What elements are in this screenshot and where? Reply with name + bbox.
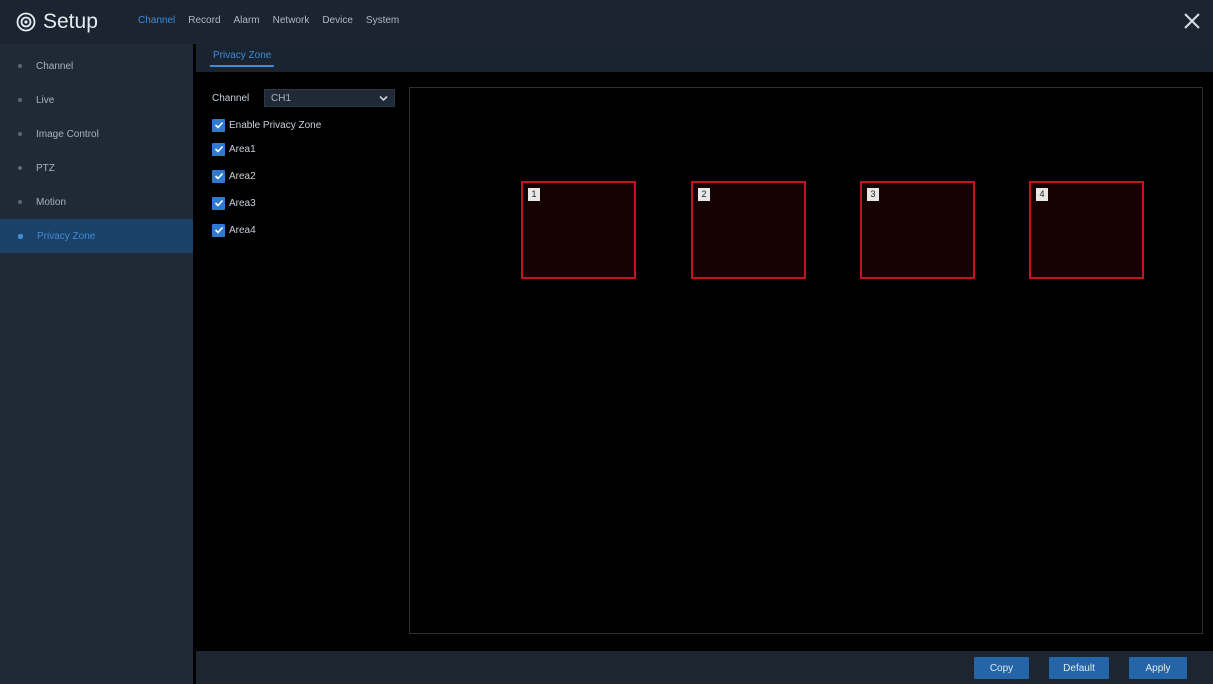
tab-device[interactable]: Device xyxy=(316,11,359,30)
zone-number: 2 xyxy=(698,188,710,201)
bottom-action-bar: Copy Default Apply xyxy=(196,651,1213,684)
channel-label: Channel xyxy=(212,92,250,104)
area1-label: Area1 xyxy=(229,143,256,155)
close-icon[interactable] xyxy=(1181,10,1203,32)
bullet-icon xyxy=(18,166,22,170)
sidebar-item-label: Motion xyxy=(36,196,67,208)
sidebar: Channel Live Image Control PTZ Motion Pr… xyxy=(0,44,193,684)
chevron-down-icon xyxy=(379,95,388,102)
channel-select-value: CH1 xyxy=(271,92,292,104)
enable-privacy-zone-label: Enable Privacy Zone xyxy=(229,119,322,131)
area2-checkbox[interactable]: Area2 xyxy=(212,168,256,184)
checkbox-checked-icon xyxy=(212,223,225,237)
sidebar-item-label: Privacy Zone xyxy=(37,230,96,242)
tab-system[interactable]: System xyxy=(360,11,405,30)
zone-number: 1 xyxy=(528,188,540,201)
zone-number: 4 xyxy=(1036,188,1048,201)
gear-icon xyxy=(16,12,36,32)
checkbox-checked-icon xyxy=(212,196,225,210)
privacy-zone-2[interactable]: 2 xyxy=(691,181,806,279)
area3-label: Area3 xyxy=(229,197,256,209)
tab-privacy-zone[interactable]: Privacy Zone xyxy=(210,50,275,67)
sidebar-item-channel[interactable]: Channel xyxy=(0,49,193,83)
copy-button[interactable]: Copy xyxy=(974,657,1029,679)
app-brand: Setup xyxy=(16,9,98,35)
camera-preview[interactable]: 1 2 3 4 xyxy=(409,87,1203,634)
sidebar-item-privacy-zone[interactable]: Privacy Zone xyxy=(0,219,193,253)
privacy-zone-4[interactable]: 4 xyxy=(1029,181,1144,279)
sidebar-item-label: Live xyxy=(36,94,55,106)
checkbox-checked-icon xyxy=(212,142,225,156)
sub-tab-strip: Privacy Zone xyxy=(196,44,1213,72)
tab-record[interactable]: Record xyxy=(182,11,226,30)
bullet-icon xyxy=(18,64,22,68)
area4-checkbox[interactable]: Area4 xyxy=(212,222,256,238)
bullet-icon xyxy=(18,233,23,239)
bullet-icon xyxy=(18,98,22,102)
tab-alarm[interactable]: Alarm xyxy=(228,11,266,30)
sidebar-item-label: Channel xyxy=(36,60,74,72)
top-bar: Setup Channel Record Alarm Network Devic… xyxy=(0,0,1213,44)
default-button[interactable]: Default xyxy=(1049,657,1109,679)
bullet-icon xyxy=(18,132,22,136)
checkbox-checked-icon xyxy=(212,118,225,132)
channel-select[interactable]: CH1 xyxy=(264,89,395,107)
app-title: Setup xyxy=(43,10,98,33)
sidebar-item-ptz[interactable]: PTZ xyxy=(0,151,193,185)
channel-row: Channel CH1 xyxy=(212,88,402,108)
sidebar-item-live[interactable]: Live xyxy=(0,83,193,117)
area3-checkbox[interactable]: Area3 xyxy=(212,195,256,211)
privacy-zone-3[interactable]: 3 xyxy=(860,181,975,279)
bullet-icon xyxy=(18,200,22,204)
sidebar-item-motion[interactable]: Motion xyxy=(0,185,193,219)
main-tabs: Channel Record Alarm Network Device Syst… xyxy=(132,11,406,30)
zone-number: 3 xyxy=(867,188,879,201)
area4-label: Area4 xyxy=(229,224,256,236)
area1-checkbox[interactable]: Area1 xyxy=(212,141,256,157)
sidebar-item-label: PTZ xyxy=(36,162,55,174)
privacy-zone-controls: Channel CH1 Enable Privacy Zone Area1 Ar… xyxy=(212,88,402,237)
apply-button[interactable]: Apply xyxy=(1129,657,1187,679)
tab-channel[interactable]: Channel xyxy=(132,11,181,30)
enable-privacy-zone-checkbox[interactable]: Enable Privacy Zone xyxy=(212,117,321,133)
area2-label: Area2 xyxy=(229,170,256,182)
checkbox-checked-icon xyxy=(212,169,225,183)
sidebar-item-image-control[interactable]: Image Control xyxy=(0,117,193,151)
tab-network[interactable]: Network xyxy=(267,11,316,30)
privacy-zone-1[interactable]: 1 xyxy=(521,181,636,279)
sidebar-item-label: Image Control xyxy=(36,128,99,140)
